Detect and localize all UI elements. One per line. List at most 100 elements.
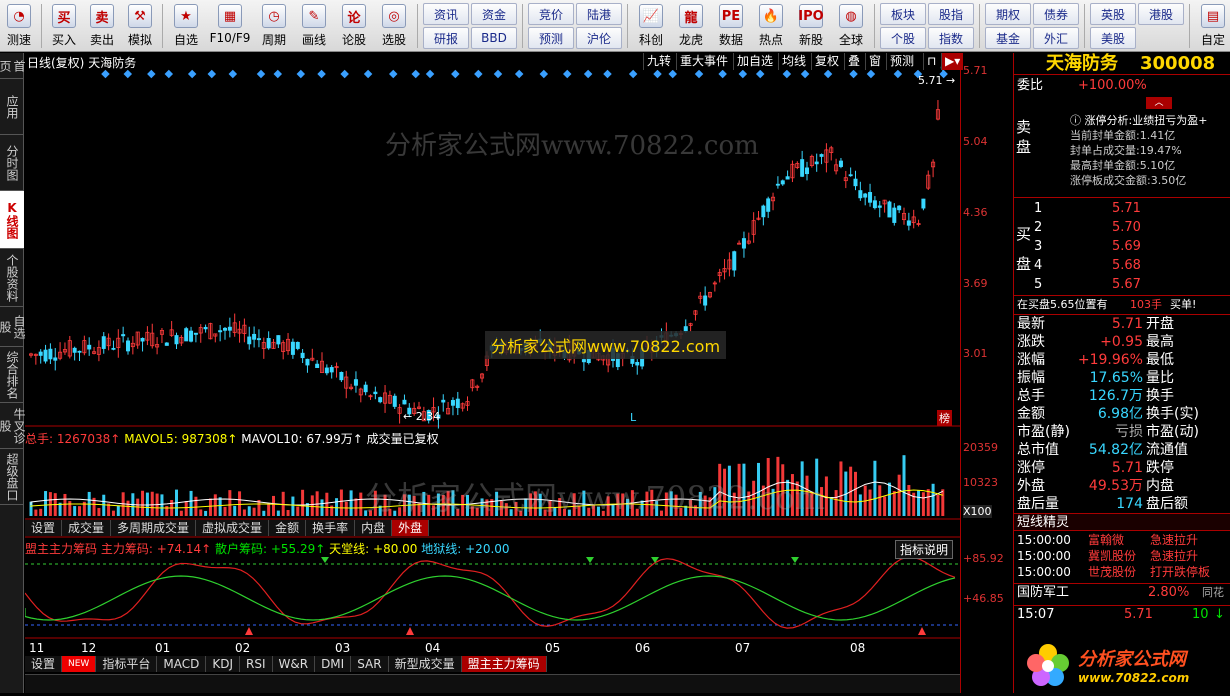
volume-tab-6[interactable]: 内盘 [355, 520, 393, 536]
toolbar-button-buy[interactable]: 买买入 [45, 0, 83, 51]
left-tab-0[interactable]: 首页 [0, 53, 26, 79]
collapse-arrow-icon[interactable]: ︿ [1146, 97, 1172, 109]
toolbar-button-sell[interactable]: 卖卖出 [83, 0, 121, 51]
toolbar-button-clock[interactable]: ◔ 测速 [0, 0, 38, 51]
toolbar-button-dragon-tiger[interactable]: 龍龙虎 [671, 0, 711, 51]
toolbar-button-period[interactable]: ◷ 周期 [254, 0, 294, 51]
bid-row[interactable]: 4 5.68 [1034, 256, 1229, 275]
chip-4[interactable]: 复权 [811, 53, 843, 70]
chip-3[interactable]: 均线 [778, 53, 810, 70]
elf-row[interactable]: 15:00:00 世茂股份 打开跌停板 [1014, 564, 1230, 580]
grid-options-item[interactable]: 外汇 [1033, 27, 1079, 49]
indicator-tab-1[interactable]: NEW [62, 656, 97, 672]
indicator-tab-10[interactable]: 盟主主力筹码 [461, 656, 547, 672]
left-tab-6[interactable]: 综合排名 [0, 347, 24, 403]
grid-options-item[interactable]: 期权 [985, 3, 1031, 25]
left-tab-3[interactable]: K线图 [0, 191, 24, 249]
grid-auction-item[interactable]: 竞价 [528, 3, 574, 25]
elf-time: 15:00:00 [1017, 533, 1071, 547]
left-tab-1[interactable]: 应用 [0, 79, 24, 135]
quote-label-right: 跌停 [1146, 460, 1174, 476]
volume-tab-4[interactable]: 金额 [269, 520, 307, 536]
indicator-tab-4[interactable]: KDJ [206, 656, 240, 672]
toolbar-button-f10[interactable]: ▦ F10/F9 [206, 0, 254, 51]
left-tab-5[interactable]: 自选股 [0, 307, 26, 347]
toolbar-button-globe[interactable]: ◍ 全球 [831, 0, 871, 51]
grid-info-item[interactable]: BBD [471, 27, 517, 49]
toolbar-button-hammer[interactable]: ⚒ 模拟 [121, 0, 159, 51]
limit-info-line: 当前封单金额:1.41亿 [1070, 129, 1176, 142]
toolbar-button-hot[interactable]: 🔥 热点 [751, 0, 791, 51]
quote-value: 126.7万 [1088, 388, 1143, 404]
bid-price: 5.67 [1112, 277, 1141, 292]
pe-data-icon: PE [719, 4, 743, 28]
indicator-tab-9[interactable]: 新型成交量 [388, 656, 462, 672]
clock-icon: ◔ [7, 4, 31, 28]
chip-1[interactable]: 重大事件 [676, 53, 732, 70]
grid-sector-item[interactable]: 个股 [880, 27, 926, 49]
volume-tab-0[interactable]: 设置 [25, 520, 63, 536]
volume-tab-3[interactable]: 虚拟成交量 [196, 520, 270, 536]
grid-auction-item[interactable]: 陆港 [576, 3, 622, 25]
left-tab-8[interactable]: 超级盘口 [0, 449, 24, 505]
grid-info-item[interactable]: 资金 [471, 3, 517, 25]
chip-7[interactable]: 预测 [886, 53, 918, 70]
toolbar-button-pe-data[interactable]: PE 数据 [711, 0, 751, 51]
grid-info-item[interactable]: 资讯 [423, 3, 469, 25]
rank-tag[interactable]: 榜 [937, 410, 952, 426]
elf-row[interactable]: 15:00:00 富翰微 急速拉升 [1014, 532, 1230, 548]
volume-tab-2[interactable]: 多周期成交量 [111, 520, 197, 536]
left-tab-4[interactable]: 个股资料 [0, 249, 24, 307]
grid-sector-item[interactable]: 板块 [880, 3, 926, 25]
bid-row[interactable]: 2 5.70 [1034, 218, 1229, 237]
chip-5[interactable]: 叠 [844, 53, 864, 70]
toolbar-button-star[interactable]: ★ 自选 [166, 0, 206, 51]
indicator-tab-6[interactable]: W&R [272, 656, 316, 672]
grid-options-item[interactable]: 债券 [1033, 3, 1079, 25]
grid-auction-item[interactable]: 预测 [528, 27, 574, 49]
chip-6[interactable]: 窗 [865, 53, 885, 70]
quote-label-right: 换手(实) [1146, 406, 1199, 422]
buy-label: 买盘 [1016, 225, 1032, 273]
indicator-tab-2[interactable]: 指标平台 [96, 656, 158, 672]
toolbar-button-kechuang[interactable]: 📈 科创 [631, 0, 671, 51]
left-tab-7[interactable]: 牛叉诊股 [0, 403, 26, 449]
toolbar-button-pencil[interactable]: ✎ 画线 [294, 0, 334, 51]
chip-2[interactable]: 加自选 [733, 53, 777, 70]
toolbar-button-ipo[interactable]: IPO 新股 [791, 0, 831, 51]
lock-icon[interactable]: ⊓ [923, 53, 940, 70]
quote-row: 总手 126.7万 换手 [1014, 387, 1230, 405]
elf-name: 富翰微 [1088, 533, 1125, 547]
grid-intl-item[interactable]: 港股 [1138, 3, 1184, 25]
quote-label: 涨停 [1017, 460, 1045, 476]
indicator-tab-3[interactable]: MACD [157, 656, 207, 672]
grid-auction-item[interactable]: 沪伦 [576, 27, 622, 49]
chart-area[interactable]: 日线(复权) 天海防务 九转 重大事件 加自选 均线 复权叠窗预测 ⊓ ▶▾ 分析家公式网w… [24, 53, 970, 693]
bid-row[interactable]: 5 5.67 [1034, 275, 1229, 294]
volume-tab-5[interactable]: 换手率 [306, 520, 356, 536]
indicator-tab-0[interactable]: 设置 [25, 656, 63, 672]
price-tick: 3.69 [963, 277, 988, 290]
grid-intl-item[interactable]: 美股 [1090, 27, 1136, 49]
elf-row[interactable]: 15:00:00 冀凯股份 急速拉升 [1014, 548, 1230, 564]
indicator-tab-5[interactable]: RSI [240, 656, 273, 672]
grid-info-item[interactable]: 研报 [423, 27, 469, 49]
bid-row[interactable]: 1 5.71 [1034, 199, 1229, 218]
bid-row[interactable]: 3 5.69 [1034, 237, 1229, 256]
price-axis: 5.71 5.04 4.36 3.69 3.01 20359 10323 X100 +85.92… [960, 53, 1012, 693]
volume-tab-7[interactable]: 外盘 [392, 520, 430, 536]
toolbar-button-custom[interactable]: ▤ 自定 [1193, 0, 1230, 51]
toolbar-button-select-stock[interactable]: ◎ 选股 [374, 0, 414, 51]
grid-sector-item[interactable]: 指数 [928, 27, 974, 49]
custom-icon: ▤ [1201, 4, 1225, 28]
toolbar-button-forum[interactable]: 论论股 [334, 0, 374, 51]
volume-tab-1[interactable]: 成交量 [62, 520, 112, 536]
grid-sector-item[interactable]: 股指 [928, 3, 974, 25]
left-tab-2[interactable]: 分时图 [0, 135, 24, 191]
grid-intl-item[interactable]: 英股 [1090, 3, 1136, 25]
indicator-tab-7[interactable]: DMI [315, 656, 352, 672]
grid-options-item[interactable]: 基金 [985, 27, 1031, 49]
indicator-help-button[interactable]: 指标说明 [895, 540, 954, 559]
chip-0[interactable]: 九转 [643, 53, 675, 70]
indicator-tab-8[interactable]: SAR [351, 656, 389, 672]
